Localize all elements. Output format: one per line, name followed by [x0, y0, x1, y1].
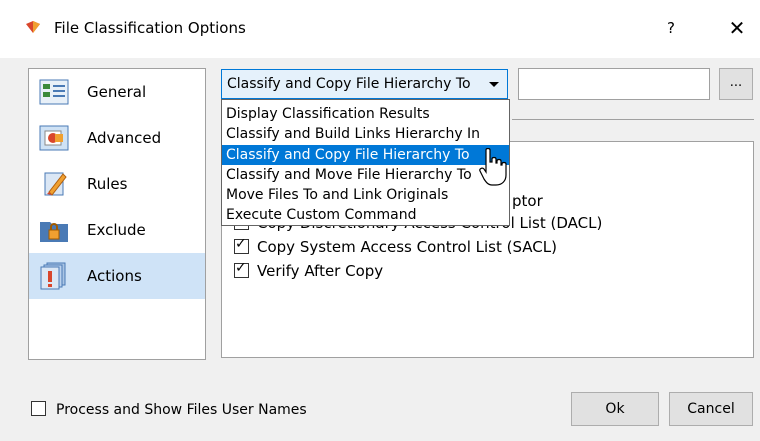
- target-path-input[interactable]: [518, 68, 710, 100]
- advanced-icon: [39, 125, 69, 151]
- sidebar-item-label: Advanced: [87, 129, 162, 147]
- rules-icon: [44, 172, 67, 196]
- help-button[interactable]: ?: [656, 14, 686, 42]
- dropdown-option[interactable]: Classify and Move File Hierarchy To: [222, 165, 509, 185]
- action-combo[interactable]: Classify and Copy File Hierarchy To: [221, 69, 508, 99]
- dropdown-option[interactable]: Move Files To and Link Originals: [222, 185, 509, 205]
- process-user-names-checkbox[interactable]: [31, 401, 46, 416]
- sidebar-item-label: Actions: [87, 267, 142, 285]
- copy-sacl-option[interactable]: Copy System Access Control List (SACL): [234, 236, 557, 256]
- cancel-button[interactable]: Cancel: [669, 392, 753, 426]
- chevron-down-icon[interactable]: [489, 82, 499, 87]
- dropdown-option[interactable]: Display Classification Results: [222, 104, 509, 124]
- title-bar: File Classification Options ? ✕: [0, 0, 760, 58]
- group-divider: [512, 119, 754, 120]
- verify-after-copy-option[interactable]: Verify After Copy: [234, 260, 384, 280]
- sidebar-item-label: Exclude: [87, 221, 146, 239]
- partial-option-text: ptor: [512, 192, 543, 210]
- ok-button[interactable]: Ok: [571, 392, 659, 426]
- actions-icon: [40, 262, 66, 290]
- sidebar-item-label: Rules: [87, 175, 128, 193]
- sidebar-item-exclude[interactable]: Exclude: [29, 207, 205, 253]
- sidebar-item-advanced[interactable]: Advanced: [29, 115, 205, 161]
- sidebar-item-rules[interactable]: Rules: [29, 161, 205, 207]
- app-icon: [26, 21, 40, 33]
- verify-after-copy-label: Verify After Copy: [257, 262, 384, 280]
- hand-cursor-icon: [479, 148, 507, 186]
- dropdown-option-selected[interactable]: Classify and Copy File Hierarchy To: [222, 145, 509, 165]
- window-title: File Classification Options: [54, 19, 246, 37]
- dropdown-option[interactable]: Execute Custom Command: [222, 205, 509, 225]
- file-classification-options-dialog: File Classification Options ? ✕ General: [0, 0, 760, 441]
- dropdown-option[interactable]: Classify and Build Links Hierarchy In: [222, 124, 509, 144]
- copy-sacl-checkbox[interactable]: [234, 236, 249, 254]
- general-icon: [39, 79, 69, 105]
- sidebar-item-label: General: [87, 83, 147, 101]
- close-button[interactable]: ✕: [722, 14, 752, 42]
- action-combo-value: Classify and Copy File Hierarchy To: [227, 76, 471, 92]
- sidebar-item-actions[interactable]: Actions: [29, 253, 205, 299]
- browse-button[interactable]: ...: [719, 68, 753, 100]
- exclude-icon: [40, 222, 68, 242]
- verify-after-copy-checkbox[interactable]: [234, 260, 249, 278]
- copy-sacl-label: Copy System Access Control List (SACL): [257, 238, 557, 256]
- process-user-names-label: Process and Show Files User Names: [56, 402, 307, 418]
- process-user-names-option[interactable]: Process and Show Files User Names: [31, 401, 307, 418]
- sidebar-item-general[interactable]: General: [29, 69, 205, 115]
- sidebar: General Advanced Rules Exclude Actions: [28, 68, 206, 360]
- action-dropdown-list: Display Classification Results Classify …: [221, 99, 510, 226]
